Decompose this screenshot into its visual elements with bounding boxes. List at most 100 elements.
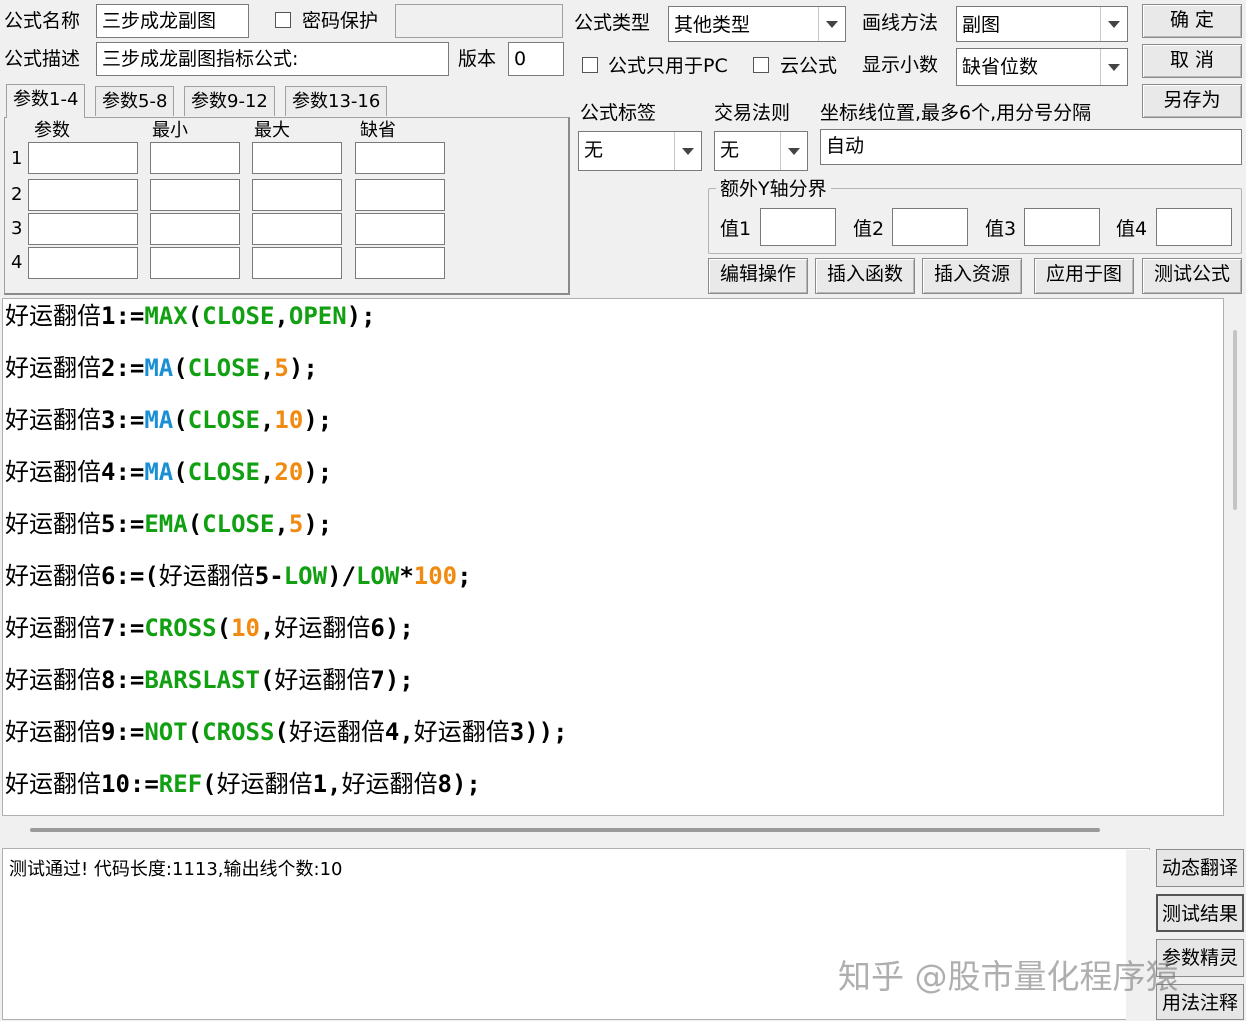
chevron-down-icon[interactable] bbox=[818, 7, 845, 41]
extra-y-v1-input[interactable] bbox=[760, 208, 836, 246]
formula-desc-label: 公式描述 bbox=[4, 48, 81, 70]
chevron-down-icon[interactable] bbox=[1100, 49, 1127, 85]
tab-params-1-4[interactable]: 参数1-4 bbox=[6, 84, 86, 118]
code-operator: ( bbox=[173, 458, 188, 486]
extra-y-v2-input[interactable] bbox=[892, 208, 968, 246]
decimal-select[interactable]: 缺省位数 bbox=[956, 48, 1128, 86]
param-name-input[interactable] bbox=[28, 247, 138, 279]
code-line: 好运翻倍8:=BARSLAST(好运翻倍7); bbox=[5, 665, 414, 695]
param-max-input[interactable] bbox=[252, 247, 342, 279]
chevron-down-icon[interactable] bbox=[674, 132, 701, 170]
param-name-input[interactable] bbox=[28, 213, 138, 245]
param-name-input[interactable] bbox=[28, 179, 138, 211]
code-editor[interactable]: 好运翻倍1:=MAX(CLOSE,OPEN); 好运翻倍2:=MA(CLOSE,5… bbox=[2, 298, 1224, 816]
editor-hscroll-thumb[interactable] bbox=[30, 828, 1100, 832]
formula-desc-input[interactable]: 三步成龙副图指标公式: bbox=[96, 42, 449, 76]
code-function: CLOSE bbox=[202, 510, 275, 538]
axis-input[interactable]: 自动 bbox=[820, 129, 1242, 165]
code-operator: , bbox=[274, 302, 289, 330]
param-min-input[interactable] bbox=[150, 213, 240, 245]
param-min-input[interactable] bbox=[150, 247, 240, 279]
param-row-number: 2 bbox=[11, 184, 23, 205]
extra-y-v2-label: 值2 bbox=[853, 218, 885, 240]
code-function: BARSLAST bbox=[144, 666, 260, 694]
code-operator: , bbox=[259, 458, 275, 486]
test-result-button[interactable]: 测试结果 bbox=[1156, 894, 1244, 932]
editor-hscrollbar[interactable] bbox=[2, 818, 1224, 844]
password-checkbox[interactable] bbox=[275, 12, 291, 28]
code-identifier: 好运翻倍 bbox=[5, 406, 101, 434]
chevron-down-icon[interactable] bbox=[780, 132, 807, 170]
pc-only-checkbox[interactable] bbox=[582, 57, 598, 73]
edit-ops-button[interactable]: 编辑操作 bbox=[708, 258, 808, 294]
version-label: 版本 bbox=[458, 48, 497, 70]
code-operator: 6:=( bbox=[101, 562, 159, 590]
dynamic-translate-button[interactable]: 动态翻译 bbox=[1156, 849, 1244, 887]
code-operator: ( bbox=[202, 770, 217, 798]
extra-y-v4-label: 值4 bbox=[1116, 218, 1148, 240]
tab-params-5-8[interactable]: 参数5-8 bbox=[95, 86, 175, 116]
cloud-checkbox[interactable] bbox=[753, 57, 769, 73]
param-min-input[interactable] bbox=[150, 142, 240, 174]
param-default-input[interactable] bbox=[355, 247, 445, 279]
code-operator: ); bbox=[303, 510, 333, 538]
code-operator: , bbox=[259, 614, 275, 642]
password-input[interactable] bbox=[395, 4, 563, 38]
param-default-input[interactable] bbox=[355, 142, 445, 174]
formula-type-label: 公式类型 bbox=[574, 12, 651, 34]
param-header-min: 最小 bbox=[152, 120, 188, 141]
formula-type-select[interactable]: 其他类型 bbox=[668, 6, 846, 42]
code-operator: 4:= bbox=[101, 458, 145, 486]
tag-select[interactable]: 无 bbox=[578, 131, 702, 171]
extra-y-v3-input[interactable] bbox=[1024, 208, 1100, 246]
axis-label: 坐标线位置,最多6个,用分号分隔 bbox=[820, 102, 1092, 124]
code-line: 好运翻倍4:=MA(CLOSE,20); bbox=[5, 457, 332, 487]
watermark-text: 知乎 @股市量化程序猿 bbox=[838, 957, 1179, 996]
param-name-input[interactable] bbox=[28, 142, 138, 174]
code-operator: 6); bbox=[370, 614, 414, 642]
version-input[interactable]: 0 bbox=[508, 42, 564, 76]
code-function: EMA bbox=[144, 510, 188, 538]
code-line: 好运翻倍5:=EMA(CLOSE,5); bbox=[5, 509, 332, 539]
code-operator: * bbox=[399, 562, 414, 590]
insert-resource-button[interactable]: 插入资源 bbox=[922, 258, 1022, 294]
param-max-input[interactable] bbox=[252, 142, 342, 174]
editor-vscroll-thumb[interactable] bbox=[1233, 330, 1237, 510]
chevron-down-icon[interactable] bbox=[1100, 7, 1127, 41]
apply-to-chart-button[interactable]: 应用于图 bbox=[1034, 258, 1134, 294]
param-max-input[interactable] bbox=[252, 179, 342, 211]
draw-method-select[interactable]: 副图 bbox=[956, 6, 1128, 42]
param-default-input[interactable] bbox=[355, 179, 445, 211]
extra-y-v4-input[interactable] bbox=[1156, 208, 1232, 246]
param-max-input[interactable] bbox=[252, 213, 342, 245]
tab-params-9-12[interactable]: 参数9-12 bbox=[184, 86, 275, 116]
insert-function-button[interactable]: 插入函数 bbox=[815, 258, 915, 294]
tag-value: 无 bbox=[584, 139, 604, 161]
code-function: OPEN bbox=[288, 302, 347, 330]
code-identifier: 好运翻倍 bbox=[5, 354, 101, 382]
code-operator: ( bbox=[216, 614, 232, 642]
code-operator: , bbox=[274, 510, 289, 538]
formula-name-input[interactable]: 三步成龙副图 bbox=[96, 4, 249, 38]
code-operator: 1, bbox=[312, 770, 342, 798]
tab-params-13-16[interactable]: 参数13-16 bbox=[285, 86, 388, 116]
decimal-label: 显示小数 bbox=[862, 54, 939, 76]
code-identifier: 好运翻倍 bbox=[5, 718, 101, 746]
param-min-input[interactable] bbox=[150, 179, 240, 211]
code-function: REF bbox=[158, 770, 203, 798]
ok-button[interactable]: 确 定 bbox=[1142, 4, 1242, 38]
code-number: 20 bbox=[274, 458, 304, 486]
editor-vscrollbar[interactable] bbox=[1228, 300, 1244, 814]
param-default-input[interactable] bbox=[355, 213, 445, 245]
code-function: CROSS bbox=[202, 718, 275, 746]
code-operator: 7); bbox=[370, 666, 414, 694]
code-function: MAX bbox=[144, 302, 188, 330]
code-function: CLOSE bbox=[187, 354, 260, 382]
save-as-button[interactable]: 另存为 bbox=[1142, 84, 1242, 118]
code-function: MA bbox=[144, 406, 174, 434]
code-identifier: 好运翻倍 bbox=[5, 770, 101, 798]
cancel-button[interactable]: 取 消 bbox=[1142, 44, 1242, 78]
test-formula-button[interactable]: 测试公式 bbox=[1142, 258, 1242, 294]
rule-select[interactable]: 无 bbox=[714, 131, 808, 171]
code-line: 好运翻倍2:=MA(CLOSE,5); bbox=[5, 353, 318, 383]
